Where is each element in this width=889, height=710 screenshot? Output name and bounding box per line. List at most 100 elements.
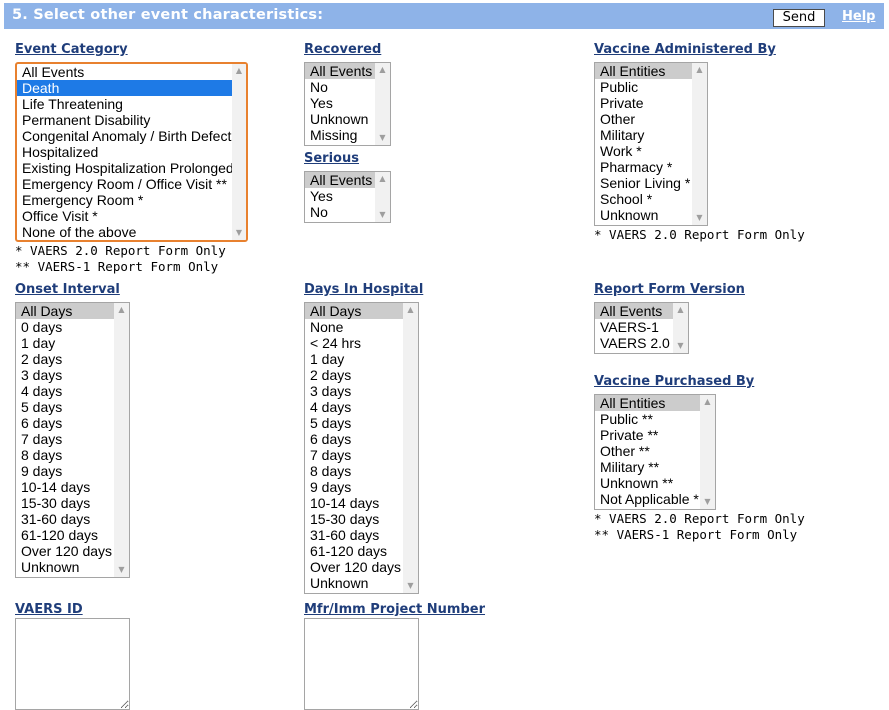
scroll-down-icon[interactable]: ▼ [673,339,688,353]
list-option[interactable]: All Days [305,303,403,319]
list-option[interactable]: 61-120 days [16,527,114,543]
list-option[interactable]: All Days [16,303,114,319]
list-option[interactable]: School * [595,191,692,207]
list-option[interactable]: Private ** [595,427,700,443]
scroll-up-icon[interactable]: ▲ [692,63,707,77]
event-category-label[interactable]: Event Category [15,42,128,57]
list-option[interactable]: Unknown [305,575,403,591]
report-form-version-scrollbar[interactable]: ▲ ▼ [673,303,688,353]
list-option[interactable]: Over 120 days [16,543,114,559]
list-option[interactable]: 31-60 days [16,511,114,527]
list-option[interactable]: VAERS 2.0 [595,335,673,351]
mfr-project-number-input[interactable] [304,618,419,710]
scroll-up-icon[interactable]: ▲ [700,395,715,409]
scroll-up-icon[interactable]: ▲ [114,303,129,317]
mfr-project-number-label[interactable]: Mfr/Imm Project Number [304,602,485,617]
recovered-scrollbar[interactable]: ▲ ▼ [375,63,390,145]
vaccine-administered-by-label[interactable]: Vaccine Administered By [594,42,776,57]
send-button[interactable]: Send [773,9,825,27]
list-option[interactable]: Senior Living * [595,175,692,191]
list-option[interactable]: Over 120 days [305,559,403,575]
list-option[interactable]: 15-30 days [305,511,403,527]
scroll-up-icon[interactable]: ▲ [375,63,390,77]
list-option[interactable]: Death [17,80,232,96]
list-option[interactable]: 8 days [305,463,403,479]
scroll-down-icon[interactable]: ▼ [375,208,390,222]
list-option[interactable]: Unknown [595,207,692,223]
list-option[interactable]: Yes [305,188,375,204]
scroll-down-icon[interactable]: ▼ [700,495,715,509]
list-option[interactable]: No [305,79,375,95]
list-option[interactable]: 2 days [16,351,114,367]
list-option[interactable]: Congenital Anomaly / Birth Defect * [17,128,232,144]
vaers-id-label[interactable]: VAERS ID [15,602,83,617]
days-in-hospital-listbox[interactable]: All Days None < 24 hrs 1 day 2 days 3 days 4 d… [304,302,419,594]
list-option[interactable]: Yes [305,95,375,111]
list-option[interactable]: 5 days [305,415,403,431]
list-option[interactable]: All Events [17,64,232,80]
list-option[interactable]: Private [595,95,692,111]
list-option[interactable]: Emergency Room / Office Visit ** [17,176,232,192]
list-option[interactable]: 3 days [16,367,114,383]
report-form-version-label[interactable]: Report Form Version [594,282,745,297]
list-option[interactable]: Office Visit * [17,208,232,224]
onset-interval-scrollbar[interactable]: ▲ ▼ [114,303,129,577]
recovered-listbox[interactable]: All Events No Yes Unknown Missing ▲ ▼ [304,62,391,146]
recovered-label[interactable]: Recovered [304,42,381,57]
scroll-down-icon[interactable]: ▼ [232,226,246,240]
list-option[interactable]: VAERS-1 [595,319,673,335]
scroll-down-icon[interactable]: ▼ [692,211,707,225]
scroll-up-icon[interactable]: ▲ [673,303,688,317]
vaers-id-input[interactable] [15,618,130,710]
list-option[interactable]: 6 days [305,431,403,447]
list-option[interactable]: Public [595,79,692,95]
list-option[interactable]: All Events [305,63,375,79]
event-category-scrollbar[interactable]: ▲ ▼ [232,64,246,240]
help-link[interactable]: Help [842,9,875,24]
list-option[interactable]: 9 days [305,479,403,495]
list-option[interactable]: 7 days [16,431,114,447]
list-option[interactable]: Unknown ** [595,475,700,491]
list-option[interactable]: Other ** [595,443,700,459]
list-option[interactable]: 5 days [16,399,114,415]
vaccine-purchased-by-scrollbar[interactable]: ▲ ▼ [700,395,715,509]
onset-interval-label[interactable]: Onset Interval [15,282,120,297]
list-option[interactable]: 6 days [16,415,114,431]
list-option[interactable]: 7 days [305,447,403,463]
list-option[interactable]: 2 days [305,367,403,383]
list-option[interactable]: Military ** [595,459,700,475]
list-option[interactable]: Public ** [595,411,700,427]
list-option[interactable]: No [305,204,375,220]
list-option[interactable]: 15-30 days [16,495,114,511]
serious-scrollbar[interactable]: ▲ ▼ [375,172,390,222]
list-option[interactable]: All Events [595,303,673,319]
list-option[interactable]: Work * [595,143,692,159]
list-option[interactable]: 1 day [305,351,403,367]
list-option[interactable]: All Entities [595,63,692,79]
list-option[interactable]: 3 days [305,383,403,399]
scroll-up-icon[interactable]: ▲ [403,303,418,317]
list-option[interactable]: Missing [305,127,375,143]
list-option[interactable]: 31-60 days [305,527,403,543]
vaccine-administered-by-scrollbar[interactable]: ▲ ▼ [692,63,707,225]
list-option[interactable]: 10-14 days [16,479,114,495]
list-option[interactable]: 4 days [305,399,403,415]
scroll-up-icon[interactable]: ▲ [375,172,390,186]
days-in-hospital-label[interactable]: Days In Hospital [304,282,423,297]
list-option[interactable]: None [305,319,403,335]
list-option[interactable]: Military [595,127,692,143]
list-option[interactable]: 8 days [16,447,114,463]
list-option[interactable]: Pharmacy * [595,159,692,175]
scroll-down-icon[interactable]: ▼ [375,131,390,145]
scroll-up-icon[interactable]: ▲ [232,64,246,78]
vaccine-purchased-by-label[interactable]: Vaccine Purchased By [594,374,754,389]
list-option[interactable]: 4 days [16,383,114,399]
list-option[interactable]: Not Applicable * [595,491,700,507]
vaccine-administered-by-listbox[interactable]: All Entities Public Private Other Military Wo… [594,62,708,226]
list-option[interactable]: All Entities [595,395,700,411]
list-option[interactable]: Existing Hospitalization Prolonged [17,160,232,176]
vaccine-purchased-by-listbox[interactable]: All Entities Public ** Private ** Other ** M… [594,394,716,510]
list-option[interactable]: 9 days [16,463,114,479]
list-option[interactable]: Unknown [16,559,114,575]
list-option[interactable]: Other [595,111,692,127]
